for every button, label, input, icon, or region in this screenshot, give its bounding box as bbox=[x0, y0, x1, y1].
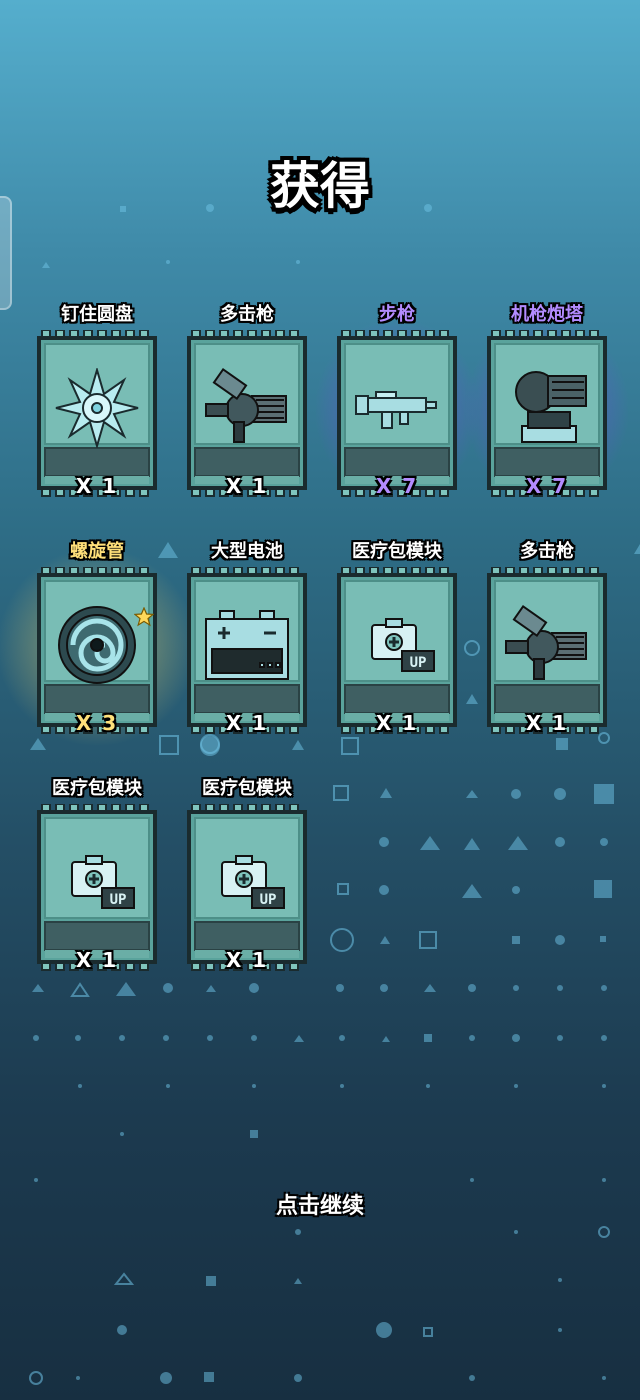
reward-frame: X 7 bbox=[486, 330, 608, 498]
reward-frame: UP X 1 bbox=[336, 567, 458, 735]
reward-name: 医疗包模块 bbox=[352, 541, 442, 562]
star-icon bbox=[134, 607, 154, 627]
reward-frame: X 1 bbox=[186, 567, 308, 735]
reward-card[interactable]: 大型电池 X 1 bbox=[186, 537, 308, 737]
medkit-module-icon: UP bbox=[52, 842, 142, 922]
reward-name: 螺旋管 bbox=[70, 541, 124, 562]
spiked-disc-icon bbox=[52, 368, 142, 448]
reward-card[interactable]: 螺旋管 X 3 bbox=[0, 537, 198, 747]
reward-name: 大型电池 bbox=[211, 541, 283, 562]
reward-card[interactable]: 多击枪 X 1 bbox=[486, 537, 608, 737]
reward-frame: X 7 bbox=[336, 330, 458, 498]
page-title: 获得 bbox=[270, 157, 370, 215]
machine-gun-turret-icon bbox=[502, 368, 592, 448]
reward-name: 多击枪 bbox=[520, 541, 574, 562]
battery-icon bbox=[202, 605, 292, 685]
reward-count: X 7 bbox=[525, 474, 569, 498]
reward-frame: X 3 bbox=[36, 567, 158, 735]
reward-name: 多击枪 bbox=[220, 304, 274, 325]
reward-count: X 1 bbox=[225, 711, 269, 735]
svg-text:UP: UP bbox=[260, 892, 277, 908]
reward-count: X 7 bbox=[375, 474, 419, 498]
reward-count: X 3 bbox=[75, 711, 119, 735]
reward-frame: X 1 bbox=[486, 567, 608, 735]
svg-text:UP: UP bbox=[110, 892, 127, 908]
reward-count: X 1 bbox=[225, 474, 269, 498]
reward-frame: UP X 1 bbox=[36, 804, 158, 972]
reward-card[interactable]: 医疗包模块 UP X 1 bbox=[186, 774, 308, 974]
medkit-module-icon: UP bbox=[202, 842, 292, 922]
reward-frame: X 1 bbox=[186, 330, 308, 498]
reward-name: 机枪炮塔 bbox=[511, 304, 583, 325]
reward-count: X 1 bbox=[75, 474, 119, 498]
spiral-tube-icon bbox=[52, 605, 142, 685]
reward-name: 医疗包模块 bbox=[202, 778, 292, 799]
medkit-module-icon: UP bbox=[352, 605, 442, 685]
reward-count: X 1 bbox=[375, 711, 419, 735]
svg-text:UP: UP bbox=[410, 655, 427, 671]
reward-card[interactable]: 医疗包模块 UP X 1 bbox=[36, 774, 158, 974]
reward-card[interactable]: 机枪炮塔 X 7 bbox=[466, 300, 628, 500]
reward-frame: UP X 1 bbox=[186, 804, 308, 972]
reward-card[interactable]: 步枪 X 7 bbox=[316, 300, 478, 500]
reward-count: X 1 bbox=[225, 948, 269, 972]
reward-count: X 1 bbox=[75, 948, 119, 972]
reward-count: X 1 bbox=[525, 711, 569, 735]
rifle-icon bbox=[352, 368, 442, 448]
reward-card[interactable]: 多击枪 X 1 bbox=[186, 300, 308, 500]
reward-name: 医疗包模块 bbox=[52, 778, 142, 799]
reward-card[interactable]: 医疗包模块 UP X 1 bbox=[336, 537, 458, 737]
gatling-gun-icon bbox=[202, 368, 292, 448]
tap-to-continue-label[interactable]: 点击继续 bbox=[0, 1188, 640, 1220]
reward-card[interactable]: 钉住圆盘 X 1 bbox=[36, 300, 158, 500]
reward-name: 步枪 bbox=[379, 304, 415, 325]
reward-frame: X 1 bbox=[36, 330, 158, 498]
gatling-gun-icon bbox=[502, 605, 592, 685]
reward-name: 钉住圆盘 bbox=[61, 304, 133, 325]
